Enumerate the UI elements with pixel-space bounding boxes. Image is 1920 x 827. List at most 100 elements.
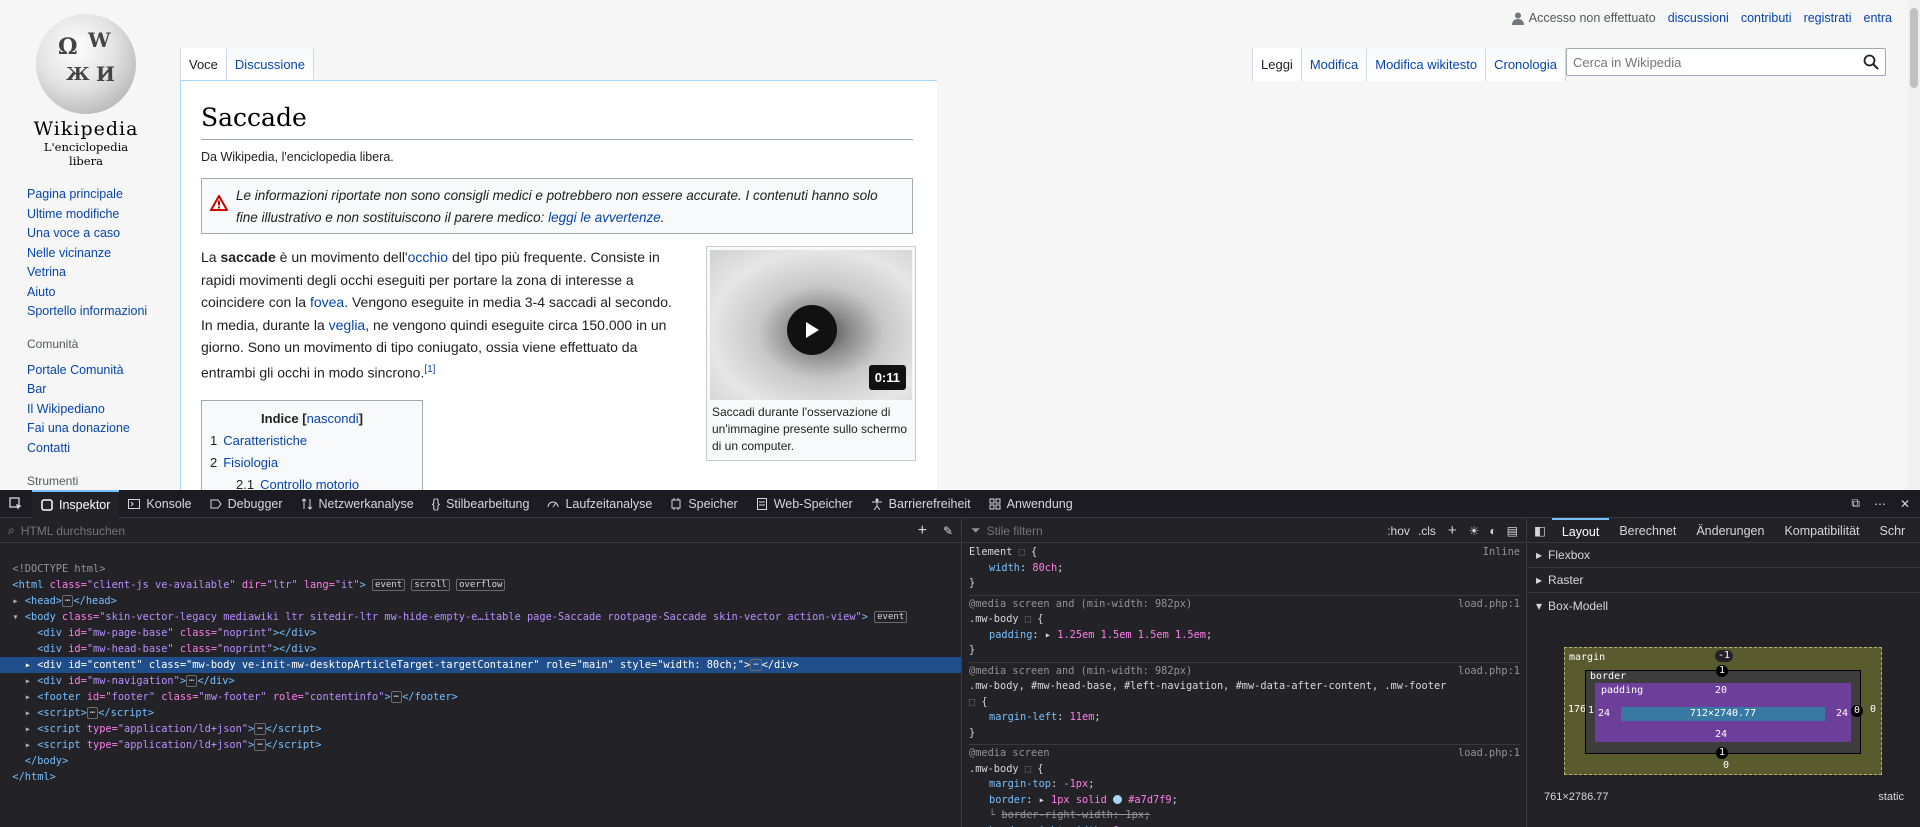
- css-rule[interactable]: load.php:1 @media screen and (min-width: …: [969, 663, 1520, 745]
- play-button[interactable]: [787, 305, 837, 355]
- padding-right-value[interactable]: 24: [1836, 708, 1848, 719]
- tab-inspektor[interactable]: Inspektor: [32, 489, 120, 518]
- markup-line[interactable]: </html>: [0, 769, 961, 785]
- nav-link[interactable]: Fai una donazione: [27, 419, 130, 439]
- toc-item[interactable]: 1 Caratteristiche: [210, 430, 414, 452]
- add-rule-icon[interactable]: +: [1448, 522, 1457, 539]
- tab-netzwerkanalyse[interactable]: Netzwerkanalyse: [292, 490, 423, 518]
- nav-link[interactable]: Una voce a caso: [27, 224, 147, 244]
- nav-link[interactable]: Nelle vicinanze: [27, 244, 147, 264]
- print-icon[interactable]: ▤: [1507, 524, 1518, 538]
- markup-line[interactable]: ▸ <script> ⋯ </script>: [0, 705, 961, 721]
- tab-layout[interactable]: Layout: [1551, 517, 1610, 544]
- margin-top-value[interactable]: -1: [1715, 650, 1734, 662]
- markup-line[interactable]: ▾ <body class="skin-vector-legacy mediaw…: [0, 609, 961, 625]
- tab-speicher[interactable]: Speicher: [661, 490, 746, 518]
- markup-line[interactable]: ▸ <script type="application/ld+json"> ⋯ </…: [0, 721, 961, 737]
- nav-link[interactable]: Il Wikipediano: [27, 400, 130, 420]
- css-rule[interactable]: load.php:1 @media screen .mw-body ⬚ {margi…: [969, 745, 1520, 827]
- close-icon[interactable]: ✕: [1900, 497, 1910, 511]
- flexbox-section[interactable]: ▸ Flexbox: [1528, 543, 1920, 568]
- nav-link[interactable]: Bar: [27, 380, 130, 400]
- content-size[interactable]: 712×2740.77: [1621, 707, 1825, 721]
- boxmodel-section[interactable]: ▾ Box-Modell: [1528, 593, 1920, 618]
- markup-line[interactable]: ▸ <head> ⋯ </head>: [0, 593, 961, 609]
- margin-right-value[interactable]: 0: [1867, 704, 1879, 716]
- padding-left-value[interactable]: 24: [1598, 708, 1610, 719]
- wikipedia-logo[interactable]: Ω W Ж И Wikipedia L'enciclopedia libera: [26, 14, 146, 168]
- register-link[interactable]: registrati: [1804, 11, 1852, 25]
- page-scrollbar[interactable]: [1908, 0, 1920, 490]
- tab-schriftarten[interactable]: Schr: [1870, 519, 1916, 543]
- grid-section[interactable]: ▸ Raster: [1528, 568, 1920, 593]
- search-icon[interactable]: [1863, 54, 1879, 70]
- disclaimer-link[interactable]: leggi le avvertenze: [548, 210, 661, 225]
- sidebar-toggle-icon[interactable]: ◧: [1528, 519, 1552, 543]
- contributions-link[interactable]: contributi: [1741, 11, 1792, 25]
- hov-toggle[interactable]: :hov: [1387, 524, 1410, 538]
- toc-item[interactable]: 2.1 Controllo motorio: [210, 474, 414, 490]
- add-node-icon[interactable]: +: [918, 522, 927, 540]
- border-bottom-value[interactable]: 1: [1716, 747, 1729, 759]
- tab-laufzeitanalyse[interactable]: Laufzeitanalyse: [538, 490, 661, 518]
- scrollbar-thumb[interactable]: [1910, 8, 1918, 88]
- nav-link[interactable]: Ultime modifiche: [27, 205, 147, 225]
- border-right-value[interactable]: 0: [1850, 705, 1863, 717]
- nav-link[interactable]: Pagina principale: [27, 185, 147, 205]
- more-icon[interactable]: ⋯: [1874, 497, 1886, 511]
- dark-mode-icon[interactable]: ◐: [1489, 524, 1496, 538]
- tab-anwendung[interactable]: Anwendung: [980, 490, 1082, 518]
- tab-debugger[interactable]: Debugger: [201, 490, 292, 518]
- markup-line[interactable]: <div id="mw-head-base" class="noprint"><…: [0, 641, 961, 657]
- tab-modifica-wikitesto[interactable]: Modifica wikitesto: [1366, 48, 1486, 81]
- padding-top-value[interactable]: 20: [1715, 685, 1727, 696]
- nav-link[interactable]: Portale Comunità: [27, 361, 130, 381]
- tab-aenderungen[interactable]: Änderungen: [1686, 519, 1774, 543]
- eyedropper-icon[interactable]: ✎: [943, 524, 953, 538]
- link-veglia[interactable]: veglia: [329, 317, 366, 333]
- toc-item[interactable]: 2 Fisiologia: [210, 452, 414, 474]
- css-rule[interactable]: Inline Element ⬚ {width: 80ch;}: [969, 544, 1520, 596]
- markup-line[interactable]: <!DOCTYPE html>: [0, 561, 961, 577]
- nav-link[interactable]: Aiuto: [27, 283, 147, 303]
- video-player[interactable]: 0:11: [710, 250, 912, 400]
- login-link[interactable]: entra: [1864, 11, 1893, 25]
- reference-link[interactable]: [1]: [424, 364, 435, 375]
- cls-toggle[interactable]: .cls: [1418, 524, 1436, 538]
- tab-kompatibilitaet[interactable]: Kompatibilität: [1774, 519, 1869, 543]
- link-occhio[interactable]: occhio: [408, 249, 448, 265]
- tab-berechnet[interactable]: Berechnet: [1609, 519, 1686, 543]
- html-search-input[interactable]: [20, 523, 821, 538]
- markup-line[interactable]: <html class="client-js ve-available" dir…: [0, 577, 961, 593]
- dock-icon[interactable]: ⧉: [1851, 496, 1860, 511]
- link-fovea[interactable]: fovea: [310, 294, 344, 310]
- nav-link[interactable]: Sportello informazioni: [27, 302, 147, 322]
- talk-link[interactable]: discussioni: [1668, 11, 1729, 25]
- nav-link[interactable]: Vetrina: [27, 263, 147, 283]
- padding-bottom-value[interactable]: 24: [1715, 729, 1727, 740]
- tab-web-speicher[interactable]: Web-Speicher: [747, 490, 862, 518]
- tab-voce[interactable]: Voce: [180, 48, 226, 81]
- markup-line[interactable]: <div id="mw-page-base" class="noprint"><…: [0, 625, 961, 641]
- markup-line[interactable]: </body>: [0, 753, 961, 769]
- search-input[interactable]: [1567, 49, 1847, 75]
- tab-stilbearbeitung[interactable]: {} Stilbearbeitung: [423, 490, 539, 518]
- markup-line[interactable]: ▸ <script type="application/ld+json"> ⋯ </…: [0, 737, 961, 753]
- element-picker[interactable]: [0, 490, 32, 518]
- tab-discussione[interactable]: Discussione: [225, 48, 315, 81]
- styles-filter-input[interactable]: [986, 523, 1367, 538]
- markup-line-selected[interactable]: ▸ <div id="content" class="mw-body ve-in…: [0, 657, 961, 673]
- toc-toggle[interactable]: nascondi: [307, 411, 359, 426]
- tab-barrierefreiheit[interactable]: Barrierefreiheit: [862, 490, 980, 518]
- tab-modifica[interactable]: Modifica: [1300, 48, 1367, 81]
- tab-cronologia[interactable]: Cronologia: [1485, 48, 1566, 81]
- margin-bottom-value[interactable]: 0: [1720, 760, 1732, 772]
- tab-konsole[interactable]: Konsole: [119, 490, 200, 518]
- nav-link[interactable]: Contatti: [27, 439, 130, 459]
- tab-leggi[interactable]: Leggi: [1252, 48, 1301, 81]
- markup-line[interactable]: ▸ <div id="mw-navigation"> ⋯ </div>: [0, 673, 961, 689]
- light-mode-icon[interactable]: ☀: [1469, 524, 1480, 538]
- markup-line[interactable]: ▸ <footer id="footer" class="mw-footer" …: [0, 689, 961, 705]
- border-top-value[interactable]: 1: [1716, 665, 1729, 677]
- css-rule[interactable]: load.php:1 @media screen and (min-width: …: [969, 596, 1520, 663]
